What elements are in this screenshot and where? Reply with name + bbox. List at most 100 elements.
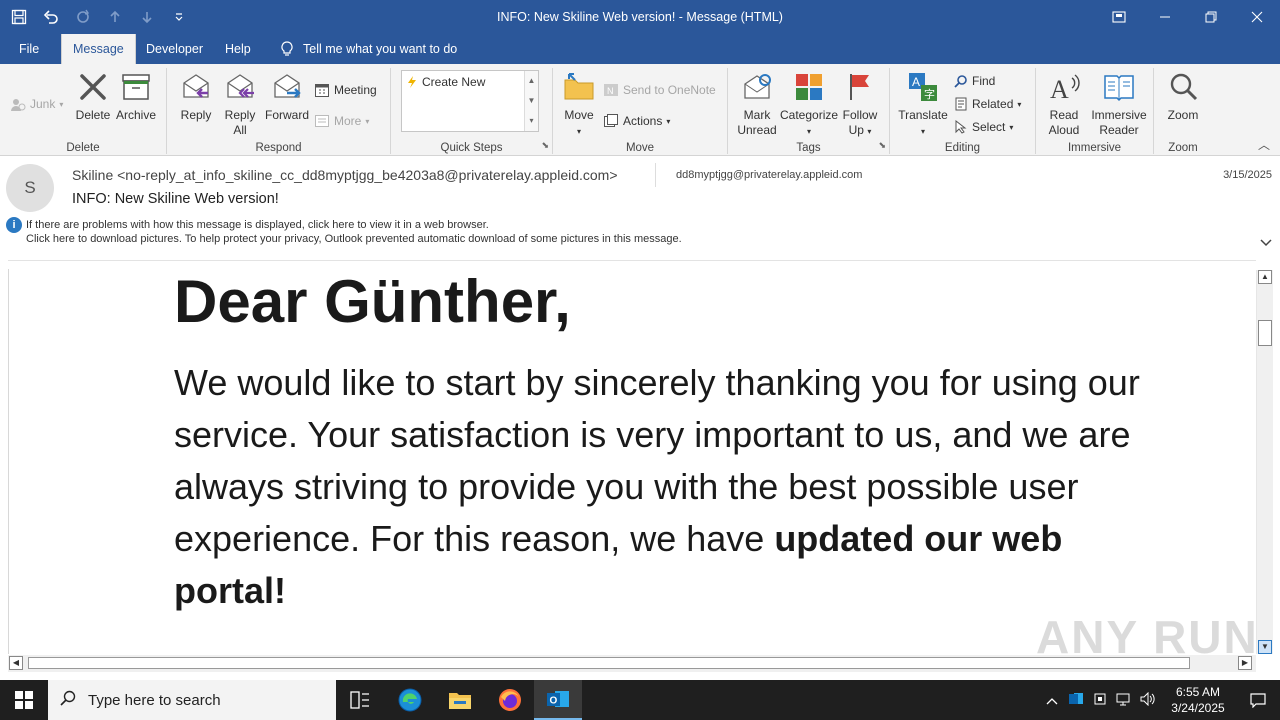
minimize-icon[interactable] xyxy=(1142,0,1188,34)
chevron-down-icon: ▾ xyxy=(365,116,370,126)
ribbon-display-options-icon[interactable] xyxy=(1096,0,1142,34)
taskbar-search[interactable]: Type here to search xyxy=(48,680,336,720)
move-button[interactable]: Move ▾ xyxy=(559,70,599,139)
scroll-thumb[interactable] xyxy=(28,657,1190,669)
system-tray: 6:55 AM 3/24/2025 xyxy=(1040,680,1280,720)
folder-move-icon xyxy=(562,70,596,104)
reply-button[interactable]: Reply xyxy=(175,70,217,123)
lightning-icon xyxy=(408,76,416,88)
editing-group-label: Editing xyxy=(944,142,981,154)
restore-icon[interactable] xyxy=(1188,0,1234,34)
svg-text:A: A xyxy=(912,75,920,89)
categorize-button[interactable]: Categorize ▾ xyxy=(780,70,838,139)
immersive-reader-button[interactable]: Immersive Reader xyxy=(1088,70,1150,138)
chevron-down-icon: ▾ xyxy=(59,99,64,109)
notification-icon[interactable] xyxy=(1236,680,1280,720)
close-icon[interactable] xyxy=(1234,0,1280,34)
vertical-scrollbar[interactable]: ▲ ▼ xyxy=(1256,270,1273,654)
reply-all-button[interactable]: Reply All xyxy=(219,70,261,138)
chevron-down-icon: ▾ xyxy=(1017,99,1022,109)
message-subject: INFO: New Skiline Web version! xyxy=(72,191,279,207)
delete-group-label: Delete xyxy=(66,142,100,154)
related-button[interactable]: Related ▾ xyxy=(954,97,1021,111)
task-view-icon[interactable] xyxy=(336,680,384,720)
more-icon xyxy=(315,115,329,127)
create-new-quickstep[interactable]: Create New xyxy=(406,75,485,89)
dialog-launcher-icon[interactable]: ⬊ xyxy=(541,140,549,151)
volume-icon[interactable] xyxy=(1136,691,1160,709)
read-aloud-icon: A xyxy=(1047,70,1081,104)
svg-text:A: A xyxy=(1050,75,1069,102)
chevron-up-icon[interactable] xyxy=(1040,693,1064,708)
scroll-thumb[interactable] xyxy=(1258,320,1272,346)
tags-group: Mark Unread Categorize ▾ Follow Up ▾ Tag… xyxy=(728,68,890,154)
title-bar: INFO: New Skiline Web version! - Message… xyxy=(0,0,1280,34)
find-button[interactable]: Find xyxy=(954,74,995,88)
ribbon-tabs: File Message Developer Help Tell me what… xyxy=(0,34,1280,64)
scroll-left-icon[interactable]: ◀ xyxy=(9,656,23,670)
actions-icon xyxy=(604,114,618,127)
read-aloud-button[interactable]: A Read Aloud xyxy=(1042,70,1086,138)
info-icon: i xyxy=(6,217,22,233)
quick-steps-scroll[interactable]: ▲ ▼ ▾ xyxy=(524,71,538,131)
expand-gallery-icon[interactable]: ▾ xyxy=(525,111,538,131)
edge-icon[interactable] xyxy=(386,680,434,720)
junk-icon xyxy=(11,99,26,111)
scroll-down-icon[interactable]: ▼ xyxy=(1258,640,1272,654)
tell-me-search[interactable]: Tell me what you want to do xyxy=(270,34,468,64)
actions-button[interactable]: Actions ▾ xyxy=(603,113,670,129)
sender[interactable]: Skiline <no-reply_at_info_skiline_cc_dd8… xyxy=(72,167,618,183)
archive-button[interactable]: Archive xyxy=(114,70,158,123)
device-icon[interactable] xyxy=(1088,692,1112,709)
ribbon: Junk ▾ Delete Archive Delete Reply Reply… xyxy=(0,64,1280,156)
select-button[interactable]: Select ▾ xyxy=(954,120,1013,134)
dialog-launcher-icon[interactable]: ⬊ xyxy=(878,140,886,151)
more-respond-button[interactable]: More ▾ xyxy=(314,113,369,129)
network-icon[interactable] xyxy=(1112,692,1136,709)
infobar-line-browser[interactable]: If there are problems with how this mess… xyxy=(26,218,682,232)
svg-text:O: O xyxy=(550,696,558,707)
reply-all-icon xyxy=(223,70,257,104)
send-to-onenote-button[interactable]: N Send to OneNote xyxy=(603,82,716,98)
tab-help[interactable]: Help xyxy=(214,34,262,64)
related-icon xyxy=(955,97,967,111)
forward-button[interactable]: Forward xyxy=(263,70,311,123)
scroll-up-icon[interactable]: ▲ xyxy=(525,71,538,91)
tab-file[interactable]: File xyxy=(8,34,50,64)
infobar-line-pictures[interactable]: Click here to download pictures. To help… xyxy=(26,232,682,246)
mark-unread-button[interactable]: Mark Unread xyxy=(734,70,780,138)
tab-developer[interactable]: Developer xyxy=(135,34,214,64)
scroll-up-icon[interactable]: ▲ xyxy=(1258,270,1272,284)
collapse-ribbon-icon[interactable]: ︿ xyxy=(1258,136,1270,153)
tab-message[interactable]: Message xyxy=(61,34,136,64)
immersive-group: A Read Aloud Immersive Reader Immersive xyxy=(1036,68,1154,154)
window-controls xyxy=(1096,0,1280,34)
email-content: Dear Günther, We would like to start by … xyxy=(174,267,1154,617)
zoom-button[interactable]: Zoom xyxy=(1160,70,1206,123)
move-group-label: Move xyxy=(625,142,655,154)
chevron-down-icon: ▾ xyxy=(806,127,811,136)
avatar[interactable]: S xyxy=(6,164,54,212)
message-header: S Skiline <no-reply_at_info_skiline_cc_d… xyxy=(0,157,1280,260)
clock-time: 6:55 AM xyxy=(1175,685,1221,699)
outlook-icon[interactable]: O xyxy=(534,680,582,720)
lightbulb-icon xyxy=(281,41,293,56)
meeting-button[interactable]: Meeting xyxy=(314,82,377,98)
translate-button[interactable]: A字 Translate ▾ xyxy=(896,70,950,139)
delete-button[interactable]: Delete xyxy=(72,70,114,123)
chevron-down-icon[interactable] xyxy=(1260,235,1272,250)
file-explorer-icon[interactable] xyxy=(436,680,484,720)
delete-group: Junk ▾ Delete Archive Delete xyxy=(0,68,167,154)
respond-group-label: Respond xyxy=(255,142,302,154)
scroll-down-icon[interactable]: ▼ xyxy=(525,91,538,111)
firefox-icon[interactable] xyxy=(486,680,534,720)
junk-button[interactable]: Junk ▾ xyxy=(10,96,63,112)
outlook-tray-icon[interactable] xyxy=(1064,692,1088,709)
follow-up-button[interactable]: Follow Up ▾ xyxy=(838,70,882,139)
recipient[interactable]: dd8myptjgg@privaterelay.appleid.com xyxy=(655,163,862,187)
start-button[interactable] xyxy=(0,680,48,720)
delete-icon xyxy=(76,70,110,104)
clock[interactable]: 6:55 AM 3/24/2025 xyxy=(1160,684,1236,716)
sent-date: 3/15/2025 xyxy=(1223,169,1272,181)
chevron-down-icon: ▾ xyxy=(867,127,872,136)
